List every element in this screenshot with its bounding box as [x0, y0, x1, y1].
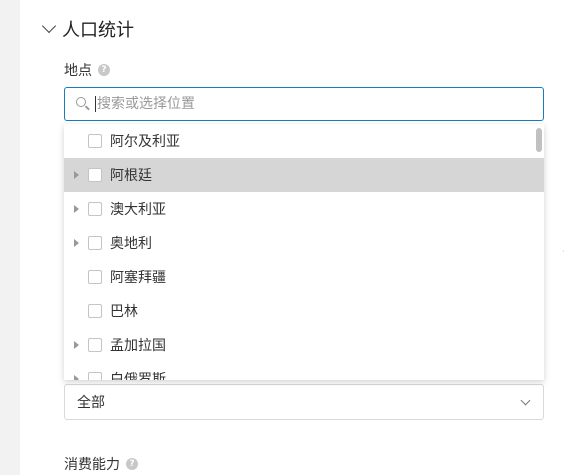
section-title: 人口统计: [62, 20, 134, 41]
location-option[interactable]: 阿尔及利亚: [64, 124, 544, 158]
option-label: 阿塞拜疆: [110, 270, 166, 286]
expand-arrow-icon[interactable]: [74, 375, 79, 380]
location-option[interactable]: 巴林: [64, 294, 544, 328]
location-option[interactable]: 奥地利: [64, 226, 544, 260]
option-label: 阿尔及利亚: [110, 134, 180, 150]
expand-arrow-icon[interactable]: [74, 239, 79, 247]
option-label: 白俄罗斯: [110, 372, 166, 380]
option-checkbox[interactable]: [88, 338, 102, 352]
location-option[interactable]: 澳大利亚: [64, 192, 544, 226]
help-icon[interactable]: ?: [98, 64, 110, 76]
search-icon: [75, 96, 91, 112]
expand-arrow-icon[interactable]: [74, 205, 79, 213]
option-label: 奥地利: [110, 236, 152, 252]
option-select[interactable]: 全部: [64, 384, 544, 420]
option-label: 阿根廷: [110, 168, 152, 184]
option-checkbox[interactable]: [88, 304, 102, 318]
location-option[interactable]: 阿根廷: [64, 158, 544, 192]
option-label: 巴林: [110, 304, 138, 320]
option-checkbox[interactable]: [88, 270, 102, 284]
settings-panel: 人口统计 地点 ? 以上 全部 消费能力 ? 阿尔及利亚阿根廷澳大利亚奥地利阿塞…: [20, 0, 564, 475]
chevron-down-icon: [41, 18, 57, 34]
expand-arrow-icon[interactable]: [74, 341, 79, 349]
location-search-box[interactable]: [64, 87, 544, 121]
location-option[interactable]: 阿塞拜疆: [64, 260, 544, 294]
location-label: 地点 ?: [64, 60, 110, 80]
spending-label-text: 消费能力: [64, 457, 120, 473]
option-label: 澳大利亚: [110, 202, 166, 218]
option-checkbox[interactable]: [88, 202, 102, 216]
demographics-section-header[interactable]: 人口统计: [41, 16, 134, 42]
option-checkbox[interactable]: [88, 236, 102, 250]
location-option[interactable]: 白俄罗斯: [64, 362, 544, 380]
dropdown-scrollbar[interactable]: [536, 128, 542, 152]
location-option[interactable]: 孟加拉国: [64, 328, 544, 362]
option-checkbox[interactable]: [88, 168, 102, 182]
location-search-input[interactable]: [97, 96, 497, 112]
option-checkbox[interactable]: [88, 372, 102, 380]
expand-arrow-icon[interactable]: [74, 171, 79, 179]
option-label: 孟加拉国: [110, 338, 166, 354]
location-dropdown[interactable]: 阿尔及利亚阿根廷澳大利亚奥地利阿塞拜疆巴林孟加拉国白俄罗斯: [64, 124, 544, 380]
option-checkbox[interactable]: [88, 134, 102, 148]
text-caret: [95, 96, 96, 112]
spending-label: 消费能力 ?: [64, 454, 138, 474]
select-value: 全部: [77, 395, 105, 411]
help-icon[interactable]: ?: [126, 458, 138, 470]
location-option-list: 阿尔及利亚阿根廷澳大利亚奥地利阿塞拜疆巴林孟加拉国白俄罗斯: [64, 124, 544, 380]
chevron-down-icon: [520, 395, 531, 406]
location-label-text: 地点: [64, 63, 92, 79]
